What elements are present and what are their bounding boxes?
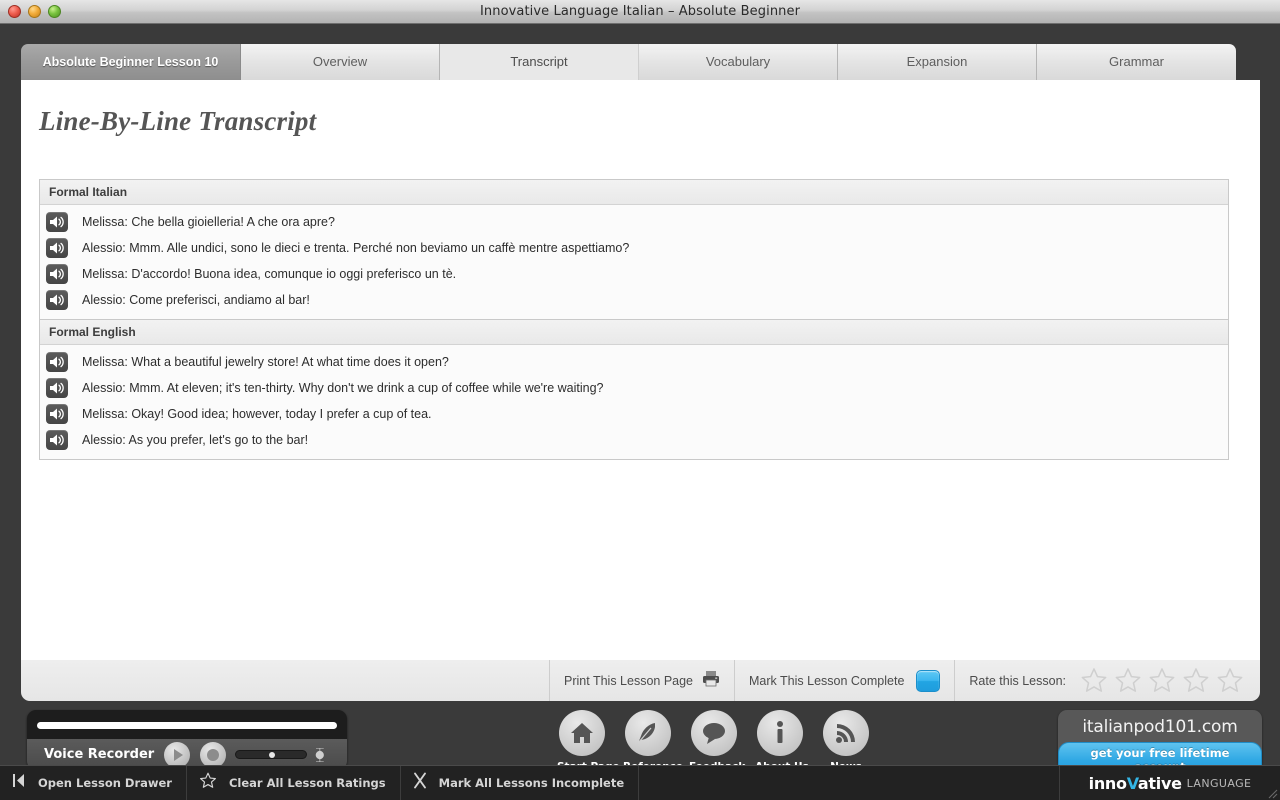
section-header-italian: Formal Italian [40, 180, 1228, 205]
printer-icon [702, 670, 720, 692]
volume-slider-knob[interactable] [269, 752, 275, 758]
transcript-text: Alessio: As you prefer, let's go to the … [82, 433, 308, 447]
nav-about-us[interactable]: About Us [755, 710, 805, 773]
speaker-icon[interactable] [46, 264, 68, 284]
speaker-icon[interactable] [46, 212, 68, 232]
mark-all-lessons-incomplete-button[interactable]: Mark All Lessons Incomplete [401, 766, 640, 800]
window-body: Absolute Beginner Lesson 10 Overview Tra… [0, 24, 1280, 765]
transcript-text: Melissa: Che bella gioielleria! A che or… [82, 215, 335, 229]
brand-post: ative [1138, 774, 1182, 793]
star-outline-icon[interactable] [1214, 666, 1246, 696]
status-label: Clear All Lesson Ratings [229, 776, 386, 790]
transcript-text: Melissa: D'accordo! Buona idea, comunque… [82, 267, 456, 281]
status-label: Mark All Lessons Incomplete [439, 776, 625, 790]
rate-lesson-group: Rate this Lesson: [954, 660, 1260, 701]
star-outline-icon[interactable] [1078, 666, 1110, 696]
application-window: Innovative Language Italian – Absolute B… [0, 0, 1280, 800]
tab-transcript[interactable]: Transcript [440, 44, 639, 80]
transcript-row[interactable]: Melissa: Okay! Good idea; however, today… [40, 401, 1228, 427]
brand-suffix: LANGUAGE [1187, 777, 1252, 790]
mark-lesson-complete-button[interactable]: Mark This Lesson Complete [734, 660, 954, 701]
brand-pre: inno [1089, 774, 1127, 793]
transcript-row[interactable]: Alessio: Mmm. Alle undici, sono le dieci… [40, 235, 1228, 261]
rss-icon [823, 710, 869, 756]
print-lesson-button[interactable]: Print This Lesson Page [549, 660, 734, 701]
speaker-icon[interactable] [46, 290, 68, 310]
brand-check-icon: V [1127, 774, 1138, 793]
transcript-row[interactable]: Alessio: Come preferisci, andiamo al bar… [40, 287, 1228, 313]
rating-stars[interactable] [1078, 666, 1246, 696]
mark-complete-label: Mark This Lesson Complete [749, 674, 904, 688]
info-icon [757, 710, 803, 756]
speaker-icon[interactable] [46, 238, 68, 258]
speaker-icon[interactable] [46, 404, 68, 424]
dock-nav: Start Page Reference Feedback [557, 710, 871, 773]
record-icon[interactable] [200, 742, 226, 768]
status-label: Open Lesson Drawer [38, 776, 172, 790]
home-icon [559, 710, 605, 756]
transcript-row[interactable]: Melissa: D'accordo! Buona idea, comunque… [40, 261, 1228, 287]
transcript-row[interactable]: Melissa: Che bella gioielleria! A che or… [40, 209, 1228, 235]
nav-news[interactable]: News [821, 710, 871, 773]
drawer-open-icon [12, 773, 26, 793]
star-outline-icon[interactable] [1112, 666, 1144, 696]
transcript-text: Alessio: Mmm. Alle undici, sono le dieci… [82, 241, 629, 255]
star-outline-icon[interactable] [1180, 666, 1212, 696]
speaker-icon[interactable] [46, 352, 68, 372]
voice-recorder-panel: Voice Recorder ⧳ [27, 710, 347, 770]
clear-all-lesson-ratings-button[interactable]: Clear All Lesson Ratings [187, 766, 401, 800]
transcript-row[interactable]: Melissa: What a beautiful jewelry store!… [40, 349, 1228, 375]
transcript-text: Alessio: Mmm. At eleven; it's ten-thirty… [82, 381, 604, 395]
transcript-table: Formal Italian Melissa: Che bella gioiel… [39, 179, 1229, 460]
star-outline-icon [199, 772, 217, 794]
x-mark-icon [413, 772, 427, 794]
brand-logo: innoVative LANGUAGE [1060, 766, 1280, 800]
nav-feedback[interactable]: Feedback [689, 710, 739, 773]
resize-grip[interactable] [1265, 786, 1278, 799]
nav-reference[interactable]: Reference [623, 710, 673, 773]
star-outline-icon[interactable] [1146, 666, 1178, 696]
promo-title: italianpod101.com [1058, 717, 1262, 737]
promo-panel[interactable]: italianpod101.com get your free lifetime… [1058, 710, 1262, 770]
volume-slider[interactable] [235, 750, 307, 759]
transcript-row[interactable]: Alessio: As you prefer, let's go to the … [40, 427, 1228, 453]
tab-expansion[interactable]: Expansion [838, 44, 1037, 80]
checkbox-filled-icon[interactable] [916, 670, 940, 692]
recorder-progress-track[interactable] [37, 722, 337, 729]
transcript-text: Melissa: Okay! Good idea; however, today… [82, 407, 432, 421]
open-lesson-drawer-button[interactable]: Open Lesson Drawer [0, 766, 187, 800]
feather-icon [625, 710, 671, 756]
tab-bar: Absolute Beginner Lesson 10 Overview Tra… [21, 44, 1260, 80]
window-title: Innovative Language Italian – Absolute B… [0, 0, 1280, 23]
transcript-lines-italian: Melissa: Che bella gioielleria! A che or… [40, 205, 1228, 320]
transcript-row[interactable]: Alessio: Mmm. At eleven; it's ten-thirty… [40, 375, 1228, 401]
tab-overview[interactable]: Overview [241, 44, 440, 80]
section-header-english: Formal English [40, 320, 1228, 345]
rate-lesson-label: Rate this Lesson: [969, 674, 1066, 688]
lesson-content-panel: Line-By-Line Transcript Formal Italian M… [21, 80, 1260, 660]
transcript-text: Melissa: What a beautiful jewelry store!… [82, 355, 449, 369]
volume-icon: ⧳ [315, 746, 324, 763]
status-bar: Open Lesson Drawer Clear All Lesson Rati… [0, 765, 1280, 800]
speech-bubble-icon [691, 710, 737, 756]
tab-lesson-title: Absolute Beginner Lesson 10 [21, 44, 241, 80]
speaker-icon[interactable] [46, 430, 68, 450]
play-icon[interactable] [164, 742, 190, 768]
page-title: Line-By-Line Transcript [39, 106, 316, 137]
status-spacer [639, 766, 1060, 800]
transcript-text: Alessio: Come preferisci, andiamo al bar… [82, 293, 310, 307]
speaker-icon[interactable] [46, 378, 68, 398]
brand-name: innoVative [1089, 774, 1182, 793]
nav-start-page[interactable]: Start Page [557, 710, 607, 773]
voice-recorder-label: Voice Recorder [44, 747, 154, 762]
title-bar: Innovative Language Italian – Absolute B… [0, 0, 1280, 24]
tab-grammar[interactable]: Grammar [1037, 44, 1236, 80]
tab-vocabulary[interactable]: Vocabulary [639, 44, 838, 80]
lesson-action-bar: Print This Lesson Page Mark This Lesson … [21, 660, 1260, 701]
transcript-lines-english: Melissa: What a beautiful jewelry store!… [40, 345, 1228, 460]
print-label: Print This Lesson Page [564, 674, 693, 688]
